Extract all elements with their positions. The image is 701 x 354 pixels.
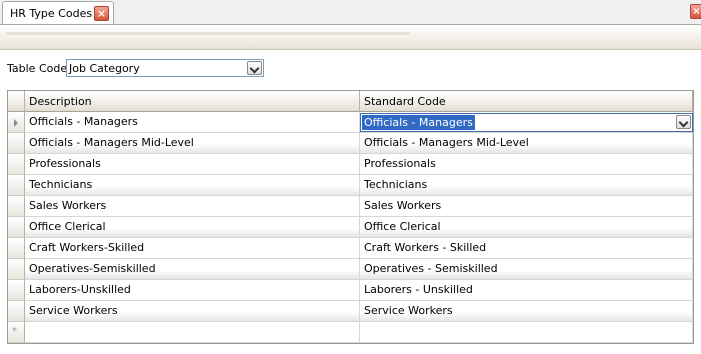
standard-code-cell[interactable]: Sales Workers <box>360 196 693 217</box>
standard-code-cell[interactable]: Operatives - Semiskilled <box>360 259 693 280</box>
row-selector[interactable] <box>8 133 25 154</box>
description-cell[interactable]: Officials - Managers <box>25 112 360 133</box>
description-cell[interactable]: Craft Workers-Skilled <box>25 238 360 259</box>
description-cell[interactable]: Operatives-Semiskilled <box>25 259 360 280</box>
toolbar-band <box>0 25 701 50</box>
standard-code-cell[interactable]: Professionals <box>360 154 693 175</box>
table-row[interactable]: Professionals Professionals <box>8 154 693 175</box>
current-row-arrow-icon <box>14 119 18 127</box>
table-row[interactable]: Technicians Technicians <box>8 175 693 196</box>
row-selector[interactable]: * <box>8 322 25 343</box>
standard-code-cell[interactable]: Officials - Managers Mid-Level <box>360 133 693 154</box>
table-code-value: Job Category <box>69 62 140 75</box>
table-row[interactable]: Officials - Managers Mid-Level Officials… <box>8 133 693 154</box>
tab-strip: HR Type Codes × × <box>0 0 701 24</box>
description-cell[interactable]: Officials - Managers Mid-Level <box>25 133 360 154</box>
row-selector[interactable] <box>8 280 25 301</box>
standard-code-cell[interactable] <box>360 322 693 343</box>
table-row[interactable]: Office Clerical Office Clerical <box>8 217 693 238</box>
tab-close-icon[interactable]: × <box>94 6 109 21</box>
row-selector[interactable] <box>8 238 25 259</box>
standard-code-cell[interactable]: Craft Workers - Skilled <box>360 238 693 259</box>
tab-label: HR Type Codes <box>10 7 93 20</box>
window-close-icon[interactable]: × <box>690 4 701 19</box>
description-cell[interactable]: Technicians <box>25 175 360 196</box>
toolbar-band-inner <box>6 32 410 35</box>
description-cell[interactable]: Sales Workers <box>25 196 360 217</box>
standard-code-editor[interactable]: Officials - Managers <box>360 113 693 132</box>
description-cell[interactable]: Laborers-Unskilled <box>25 280 360 301</box>
row-selector[interactable] <box>8 154 25 175</box>
hr-codes-grid: Description Standard Code Officials - Ma… <box>7 90 694 344</box>
row-selector[interactable] <box>8 112 25 133</box>
table-code-label: Table Code <box>7 62 68 75</box>
row-selector[interactable] <box>8 217 25 238</box>
standard-code-cell[interactable]: Laborers - Unskilled <box>360 280 693 301</box>
table-row[interactable]: Officials - Managers Officials - Manager… <box>8 112 693 133</box>
table-row[interactable]: Craft Workers-Skilled Craft Workers - Sk… <box>8 238 693 259</box>
tab-hr-type-codes[interactable]: HR Type Codes × <box>2 1 114 24</box>
standard-code-cell[interactable]: Office Clerical <box>360 217 693 238</box>
table-row[interactable]: Operatives-Semiskilled Operatives - Semi… <box>8 259 693 280</box>
header-corner <box>8 91 25 112</box>
column-header-standard-code[interactable]: Standard Code <box>360 91 693 112</box>
description-cell[interactable]: Service Workers <box>25 301 360 322</box>
table-row[interactable]: Laborers-Unskilled Laborers - Unskilled <box>8 280 693 301</box>
column-header-description[interactable]: Description <box>25 91 360 112</box>
table-code-select[interactable]: Job Category <box>66 59 264 77</box>
standard-code-cell[interactable]: Technicians <box>360 175 693 196</box>
standard-code-cell[interactable]: Service Workers <box>360 301 693 322</box>
new-row-icon: * <box>12 326 17 337</box>
row-selector[interactable] <box>8 175 25 196</box>
description-cell[interactable]: Office Clerical <box>25 217 360 238</box>
row-selector[interactable] <box>8 301 25 322</box>
chevron-down-icon[interactable] <box>247 61 262 75</box>
row-selector[interactable] <box>8 196 25 217</box>
table-row[interactable]: Sales Workers Sales Workers <box>8 196 693 217</box>
row-selector[interactable] <box>8 259 25 280</box>
grid-header: Description Standard Code <box>8 91 693 112</box>
description-cell[interactable]: Professionals <box>25 154 360 175</box>
table-row[interactable]: Service Workers Service Workers <box>8 301 693 322</box>
standard-code-editor-value: Officials - Managers <box>362 115 475 130</box>
description-cell[interactable] <box>25 322 360 343</box>
new-row[interactable]: * <box>8 322 693 343</box>
chevron-down-icon[interactable] <box>676 115 691 129</box>
